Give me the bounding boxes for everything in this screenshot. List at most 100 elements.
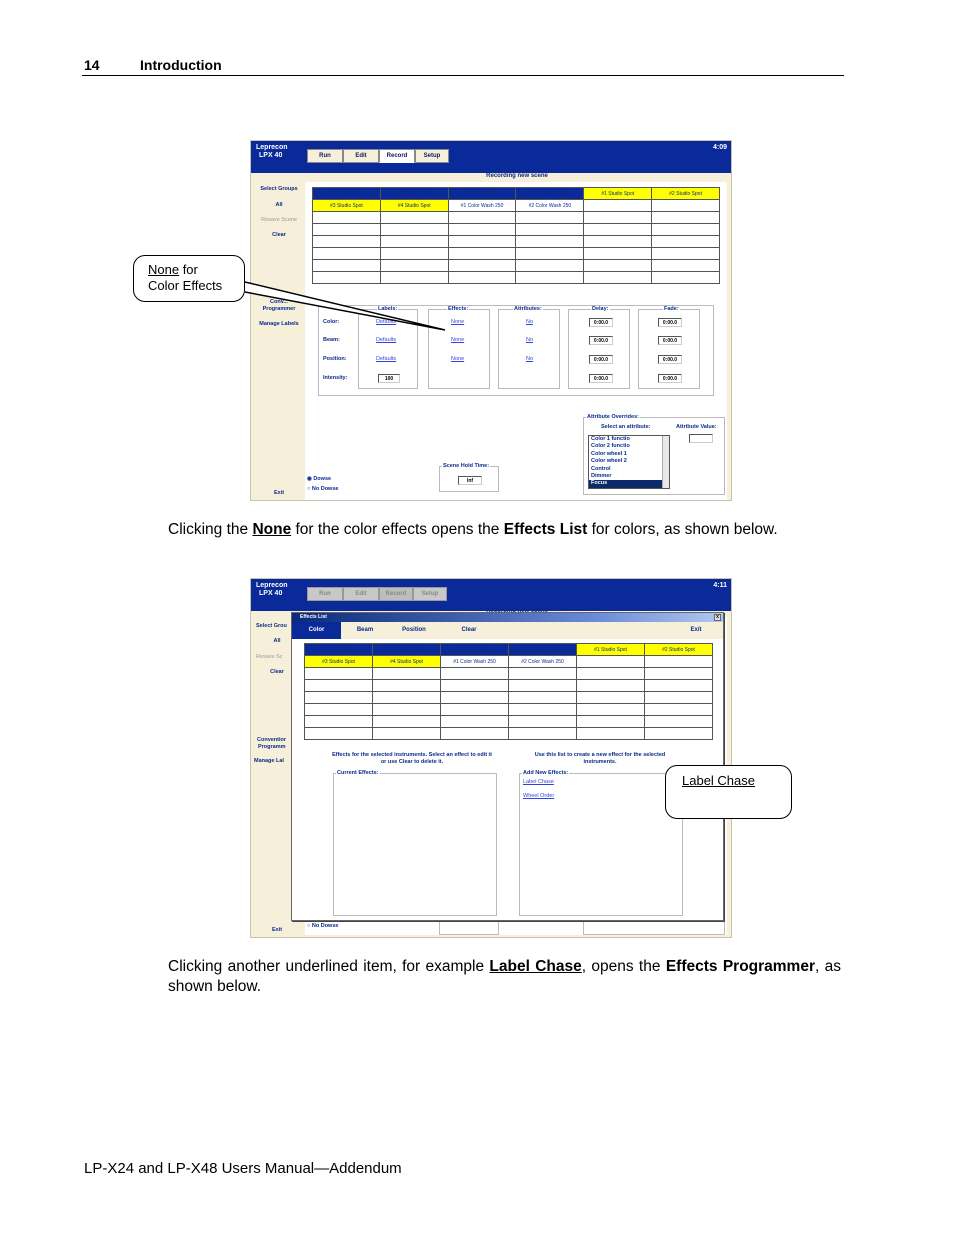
group-cell[interactable] <box>379 211 449 224</box>
group-cell[interactable] <box>576 727 645 740</box>
group-cell[interactable] <box>447 235 517 248</box>
select-groups-link[interactable]: Select Grou <box>256 623 296 629</box>
group-cell[interactable] <box>372 679 441 692</box>
group-cell[interactable] <box>583 247 653 260</box>
manage-labels-link[interactable]: Manage Labels <box>251 321 307 327</box>
group-cell[interactable] <box>440 715 509 728</box>
group-cell[interactable] <box>644 703 713 716</box>
group-cell[interactable] <box>312 235 381 248</box>
group-cell[interactable] <box>576 703 645 716</box>
attribute-option[interactable]: Dimmer <box>589 473 669 480</box>
group-cell[interactable] <box>644 667 713 680</box>
mode-setup-button[interactable]: Setup <box>415 149 449 163</box>
group-cell[interactable] <box>312 271 381 284</box>
group-cell[interactable] <box>508 715 577 728</box>
group-cell[interactable]: #4 Studio Color <box>508 643 577 656</box>
group-cell[interactable]: #2 Studio Color <box>372 643 441 656</box>
exit-link[interactable]: Exit <box>251 490 307 496</box>
group-cell[interactable] <box>372 727 441 740</box>
attribute-option[interactable]: Color wheel 1 <box>589 451 669 458</box>
mode-run-button[interactable]: Run <box>307 149 343 163</box>
group-cell[interactable] <box>440 691 509 704</box>
no-dowse-radio[interactable]: ○ No Dowse <box>307 923 338 929</box>
group-cell[interactable] <box>576 715 645 728</box>
attribute-listbox[interactable]: Color 1 functio Color 2 functio Color wh… <box>588 435 670 489</box>
group-cell[interactable] <box>576 667 645 680</box>
group-cell[interactable] <box>515 259 585 272</box>
mode-setup-button[interactable]: Setup <box>413 587 447 601</box>
group-cell[interactable] <box>508 679 577 692</box>
group-cell[interactable] <box>440 679 509 692</box>
color-delay-field[interactable]: 0:00.0 <box>589 318 613 327</box>
group-cell[interactable] <box>440 703 509 716</box>
group-cell[interactable] <box>651 235 720 248</box>
group-cell[interactable] <box>304 691 373 704</box>
beam-delay-field[interactable]: 0:00.0 <box>589 336 613 345</box>
color-labels-link[interactable]: Defaults <box>376 319 396 325</box>
group-cell[interactable] <box>447 259 517 272</box>
position-delay-field[interactable]: 0:00.0 <box>589 355 613 364</box>
attribute-value-field[interactable] <box>689 434 713 443</box>
beam-fade-field[interactable]: 0:00.0 <box>658 336 682 345</box>
scene-hold-field[interactable]: Inf <box>458 476 482 485</box>
dowse-radio[interactable]: ◉ Dowse <box>307 476 331 482</box>
group-cell[interactable] <box>583 211 653 224</box>
group-cell[interactable] <box>651 259 720 272</box>
attribute-option[interactable]: Color 2 functio <box>589 443 669 450</box>
mode-record-button[interactable]: Record <box>379 587 413 601</box>
group-cell[interactable] <box>583 259 653 272</box>
group-cell[interactable] <box>372 715 441 728</box>
group-cell[interactable]: #2 Color Wash 250 <box>515 199 585 212</box>
mode-edit-button[interactable]: Edit <box>343 149 379 163</box>
group-cell[interactable] <box>379 223 449 236</box>
group-cell[interactable] <box>372 667 441 680</box>
group-cell[interactable] <box>651 271 720 284</box>
resave-scene-link[interactable]: Resave Sc <box>256 654 296 660</box>
resave-scene-link[interactable]: Resave Scene <box>251 217 307 223</box>
group-cell[interactable] <box>379 259 449 272</box>
position-attributes-link[interactable]: No <box>526 356 533 362</box>
group-cell[interactable] <box>644 691 713 704</box>
color-fade-field[interactable]: 0:00.0 <box>658 318 682 327</box>
group-cell[interactable] <box>651 247 720 260</box>
group-cell[interactable] <box>576 691 645 704</box>
group-cell[interactable] <box>576 679 645 692</box>
group-cell[interactable] <box>515 271 585 284</box>
all-link[interactable]: All <box>251 202 307 208</box>
group-cell[interactable] <box>651 223 720 236</box>
close-icon[interactable]: x <box>714 614 721 621</box>
mode-edit-button[interactable]: Edit <box>343 587 379 601</box>
group-cell[interactable] <box>312 259 381 272</box>
beam-attributes-link[interactable]: No <box>526 337 533 343</box>
group-cell[interactable] <box>583 235 653 248</box>
tab-clear[interactable]: Clear <box>447 622 491 639</box>
group-cell[interactable] <box>447 223 517 236</box>
programmer-link[interactable]: Programmer <box>251 306 307 312</box>
group-cell[interactable] <box>515 235 585 248</box>
group-cell[interactable]: #3 Studio Spot <box>312 199 381 212</box>
attribute-option-selected[interactable]: Focus <box>589 480 662 488</box>
group-cell[interactable]: #1 Studio Color <box>312 187 381 200</box>
group-cell[interactable] <box>304 703 373 716</box>
color-attributes-link[interactable]: No <box>526 319 533 325</box>
intensity-field[interactable]: 100 <box>378 374 400 383</box>
group-cell[interactable]: #1 Color Wash 250 <box>440 655 509 668</box>
group-cell[interactable]: #4 Studio Spot <box>372 655 441 668</box>
mode-run-button[interactable]: Run <box>307 587 343 601</box>
group-cell[interactable]: #1 Studio Color <box>304 643 373 656</box>
mode-record-button[interactable]: Record <box>379 149 415 163</box>
dialog-exit-button[interactable]: Exit <box>681 622 711 639</box>
wheel-order-link[interactable]: Wheel Order <box>523 793 554 799</box>
intensity-fade-field[interactable]: 0:00.0 <box>658 374 682 383</box>
group-cell[interactable]: #2 Studio Color <box>379 187 449 200</box>
group-cell[interactable] <box>508 691 577 704</box>
group-cell[interactable]: #2 Studio Spot <box>651 187 720 200</box>
group-cell[interactable] <box>379 235 449 248</box>
group-cell[interactable] <box>372 691 441 704</box>
group-cell[interactable] <box>515 211 585 224</box>
attribute-option[interactable]: Color wheel 2 <box>589 458 669 465</box>
beam-labels-link[interactable]: Defaults <box>376 337 396 343</box>
label-chase-link[interactable]: Label Chase <box>523 779 554 785</box>
group-cell[interactable] <box>508 703 577 716</box>
group-cell[interactable] <box>583 223 653 236</box>
